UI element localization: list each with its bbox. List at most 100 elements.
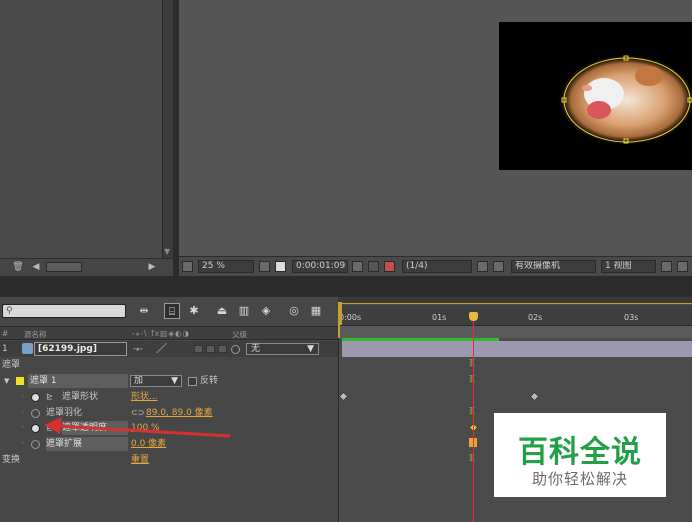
tick-0s: 0:00s [339, 313, 362, 322]
mask-row[interactable]: ▼ 遮罩 1 加 ▼ 反转 [0, 373, 338, 389]
show-snapshot-icon[interactable] [368, 261, 379, 272]
project-vertical-scrollbar[interactable]: ▼ [162, 0, 173, 258]
property-bullet: ◦ [20, 408, 26, 418]
resolution-dropdown[interactable]: (1/4) [402, 260, 472, 273]
fit-icon[interactable] [259, 261, 270, 272]
graph-icon: ⊵ [46, 423, 53, 432]
transform-label: 变换 [2, 455, 21, 465]
panel-divider[interactable] [0, 276, 692, 297]
draft-3d-icon[interactable]: ✱ [186, 303, 202, 319]
frame-blending-icon[interactable]: ▥ [236, 303, 252, 319]
toggle-pixel-aspect-icon[interactable] [661, 261, 672, 272]
always-preview-icon[interactable] [182, 261, 193, 272]
mask-color-swatch[interactable] [16, 377, 24, 385]
layer-row[interactable]: 1 [62199.jpg] -⁎- ／ 无 ▼ [0, 341, 338, 357]
masks-group-row[interactable]: 遮罩 [0, 357, 338, 373]
col-switches-icons: -⁎-\ fx▥◈◐◑ [132, 329, 191, 338]
time-navigator[interactable] [338, 297, 692, 304]
trash-icon[interactable]: 🗑 [12, 261, 24, 273]
switch-box-2[interactable] [206, 345, 215, 353]
stopwatch-icon[interactable] [31, 440, 40, 449]
camera-dropdown[interactable]: 有效摄像机 [511, 260, 596, 273]
mask-opacity-row[interactable]: ◦ ⊵ 遮罩透明度 100 % [0, 420, 338, 436]
timecode-display[interactable]: 0:00:01:09 [292, 260, 348, 273]
switch-box-1[interactable] [194, 345, 203, 353]
graph-editor-icon[interactable]: ◎ [286, 303, 302, 319]
watermark-title: 百科全说 [518, 435, 642, 470]
scroll-left-icon[interactable]: ◀ [30, 261, 42, 273]
stopwatch-icon[interactable] [31, 409, 40, 418]
brainstorm-icon[interactable]: ▦ [308, 303, 324, 319]
expand-triangle-icon[interactable]: ▼ [4, 373, 9, 389]
masked-cat-image [557, 54, 692, 146]
mask-shape-label: 遮罩形状 [62, 392, 99, 402]
chevron-down-icon: ▼ [171, 376, 178, 386]
footage-icon [22, 343, 33, 354]
property-bullet: ◦ [20, 392, 26, 402]
col-source-name[interactable]: 源名称 [24, 329, 47, 340]
invert-checkbox[interactable] [188, 377, 197, 386]
hide-shy-layers-icon[interactable]: ⏏ [214, 303, 230, 319]
search-icon: ⚲ [6, 306, 13, 316]
mask-shape-row[interactable]: ◦ ⊵ 遮罩形状 形状... [0, 389, 338, 405]
mask-opacity-value[interactable]: 100 % [131, 420, 160, 436]
view-layout-dropdown[interactable]: 1 视图 [601, 260, 656, 273]
mask-mode-value: 加 [134, 376, 144, 386]
mask-mode-dropdown[interactable]: 加 ▼ [130, 375, 182, 387]
link-icon[interactable]: ⊂⊃ [131, 405, 144, 421]
mask-feather-label: 遮罩羽化 [46, 408, 83, 418]
chevron-down-icon: ▼ [307, 344, 314, 354]
tick-2s: 02s [528, 313, 543, 322]
motion-blur-icon[interactable]: ◈ [258, 303, 274, 319]
time-ruler[interactable]: 0:00s 01s 02s 03s [338, 305, 692, 325]
timeline-search-input[interactable]: ⚲ [2, 304, 126, 318]
tick-1s: 01s [432, 313, 447, 322]
layer-duration-bar[interactable] [342, 341, 692, 357]
mask-expansion-value[interactable]: 0.0 像素 [131, 436, 166, 452]
stopwatch-icon[interactable] [31, 424, 40, 433]
tick-3s: 03s [624, 313, 639, 322]
color-channel-icon[interactable] [384, 261, 395, 272]
region-of-interest-icon[interactable] [477, 261, 488, 272]
graph-icon: ⊵ [46, 392, 53, 401]
viewer-toolbar: 25 % 0:00:01:09 (1/4) 有效摄像机 1 视图 [179, 256, 692, 276]
watermark-badge: 百科全说 助你轻松解决 [494, 413, 666, 497]
current-time-indicator-line[interactable] [473, 312, 474, 522]
mask-feather-value[interactable]: 89.0, 89.0 像素 [146, 405, 213, 421]
stopwatch-icon[interactable] [31, 393, 40, 402]
col-parent[interactable]: 父级 [232, 329, 247, 340]
fast-preview-icon[interactable] [677, 261, 688, 272]
camera-snapshot-icon[interactable] [352, 261, 363, 272]
parent-pickwhip-icon[interactable] [231, 345, 240, 354]
timeline-column-header: # 源名称 -⁎-\ fx▥◈◐◑ 父级 [0, 326, 338, 340]
shy-switch-icon[interactable]: -⁎- [133, 341, 143, 357]
parent-value: 无 [251, 344, 261, 354]
mask-feather-row[interactable]: ◦ 遮罩羽化 ⊂⊃ 89.0, 89.0 像素 [0, 405, 338, 421]
safe-margins-icon[interactable] [275, 261, 286, 272]
switch-box-3[interactable] [218, 345, 227, 353]
property-bullet: ◦ [20, 439, 26, 449]
quality-switch-icon[interactable]: ／ [156, 341, 167, 357]
zoom-dropdown[interactable]: 25 % [198, 260, 254, 273]
scroll-right-icon[interactable]: ▶ [146, 261, 158, 273]
mask-name[interactable]: 遮罩 1 [28, 374, 128, 388]
composition-canvas[interactable] [499, 22, 692, 170]
comp-mini-flowchart-icon[interactable]: ⌸ [164, 303, 180, 319]
mask-expansion-label: 遮罩扩展 [46, 437, 128, 451]
project-panel [0, 0, 162, 276]
transform-reset-link[interactable]: 重置 [131, 452, 149, 468]
transform-row[interactable]: 变换 重置 [0, 452, 338, 468]
transparency-grid-icon[interactable] [493, 261, 504, 272]
current-time-indicator-head[interactable] [469, 312, 478, 321]
live-update-icon[interactable]: ⇹ [136, 303, 152, 319]
mask-shape-value[interactable]: 形状... [131, 389, 158, 405]
mask-expansion-row[interactable]: ◦ 遮罩扩展 0.0 像素 [0, 436, 338, 452]
layer-name[interactable]: [62199.jpg] [34, 342, 127, 356]
project-horizontal-scrollbar[interactable] [46, 262, 82, 272]
work-area-bar[interactable] [340, 325, 692, 338]
parent-dropdown[interactable]: 无 ▼ [246, 343, 319, 355]
watermark-subtitle: 助你轻松解决 [531, 470, 628, 488]
invert-label: 反转 [200, 376, 219, 386]
property-bullet: ◦ [20, 423, 26, 433]
scroll-down-icon[interactable]: ▼ [164, 247, 170, 256]
